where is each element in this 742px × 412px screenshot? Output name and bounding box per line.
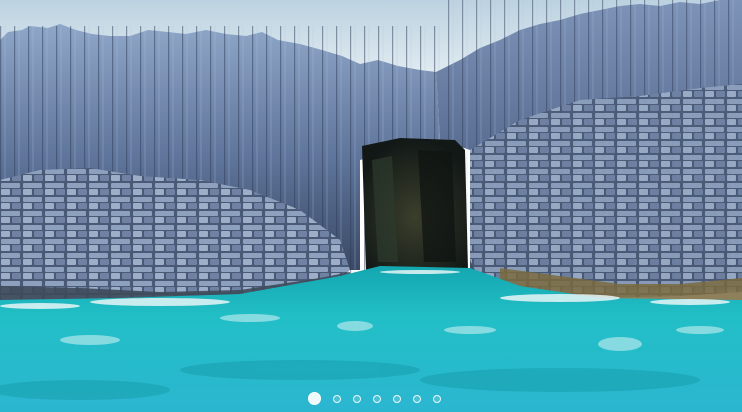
- carousel-pagination: [0, 392, 742, 405]
- carousel-dot-7[interactable]: [432, 394, 441, 403]
- image-carousel[interactable]: [0, 0, 742, 412]
- carousel-slide: [0, 0, 742, 412]
- carousel-dot-5[interactable]: [392, 394, 401, 403]
- carousel-dot-2[interactable]: [332, 394, 341, 403]
- carousel-dot-1[interactable]: [307, 392, 321, 405]
- carousel-dot-3[interactable]: [352, 394, 361, 403]
- basalt-cliff-photo: [0, 0, 742, 412]
- carousel-dot-6[interactable]: [412, 394, 421, 403]
- carousel-dot-4[interactable]: [372, 394, 381, 403]
